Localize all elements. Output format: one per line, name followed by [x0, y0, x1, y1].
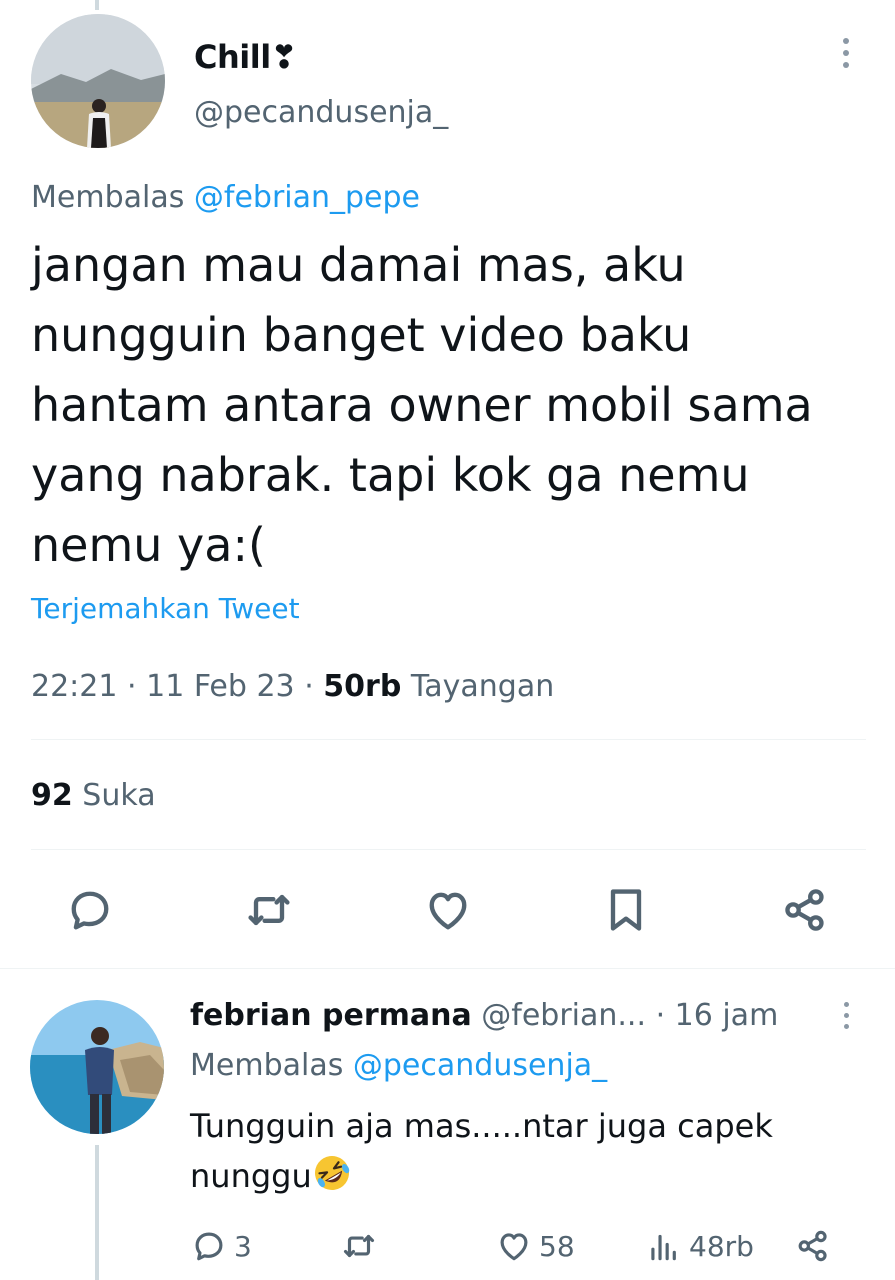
reply-author-name[interactable]: febrian permana: [190, 998, 472, 1033]
meta-separator: ·: [304, 669, 314, 704]
reply-icon[interactable]: [64, 884, 116, 936]
meta-separator: ·: [127, 669, 137, 704]
reply-like-button[interactable]: 58: [495, 1224, 575, 1268]
bookmark-icon[interactable]: [600, 884, 652, 936]
like-count: 58: [539, 1229, 575, 1263]
reply-time[interactable]: · 16 jam: [656, 998, 779, 1033]
thread-line-top: [95, 0, 99, 10]
tweet-meta: 22:21 · 11 Feb 23 · 50rb Tayangan: [31, 669, 554, 704]
tweet-time: 22:21: [31, 669, 118, 704]
replying-to-mention[interactable]: @febrian_pepe: [194, 180, 420, 215]
tweet-text: jangan mau damai mas, aku nungguin bange…: [31, 238, 813, 572]
divider: [31, 739, 866, 740]
replying-to-label: Membalas: [190, 1048, 344, 1083]
replying-to-label: Membalas: [31, 180, 185, 215]
reply-replying-to: Membalas @pecandusenja_: [190, 1048, 607, 1083]
like-icon[interactable]: [422, 884, 474, 936]
tweet-date: 11 Feb 23: [146, 669, 295, 704]
reply-reply-button[interactable]: 3: [190, 1224, 252, 1268]
share-icon: [798, 1230, 827, 1262]
reply-author-handle[interactable]: @febrian...: [481, 998, 646, 1033]
views-icon: [651, 1234, 676, 1261]
divider: [0, 968, 895, 969]
reply-views-button[interactable]: 48rb: [645, 1224, 754, 1268]
retweet-icon[interactable]: [243, 884, 295, 936]
author-handle[interactable]: @pecandusenja_: [194, 95, 448, 130]
reply-more-options-icon[interactable]: [838, 1002, 854, 1032]
reply-action-bar: 3 58 48rb: [190, 1224, 880, 1268]
like-icon: [500, 1233, 528, 1261]
likes-label: Suka: [82, 778, 156, 813]
share-icon[interactable]: [779, 884, 831, 936]
divider: [31, 849, 866, 850]
reply-header: febrian permana @febrian... · 16 jam: [190, 998, 778, 1033]
reply-icon: [195, 1232, 223, 1261]
likes-count: 92: [31, 778, 73, 813]
author-display-name[interactable]: Chill❣: [194, 38, 297, 76]
reply-share-button[interactable]: [794, 1224, 832, 1268]
reply-author-avatar[interactable]: [30, 1000, 164, 1134]
reply-text: Tungguin aja mas.....ntar juga capek nun…: [190, 1101, 840, 1201]
replying-to-mention[interactable]: @pecandusenja_: [353, 1048, 607, 1083]
more-options-icon[interactable]: [836, 38, 856, 72]
likes-summary[interactable]: 92 Suka: [31, 778, 156, 813]
reply-retweet-button[interactable]: [340, 1224, 378, 1268]
translate-tweet-link[interactable]: Terjemahkan Tweet: [31, 592, 300, 625]
reply-text-content: Tungguin aja mas.....ntar juga capek nun…: [190, 1107, 773, 1195]
views-count: 50rb: [323, 669, 402, 704]
tweet-action-bar: [0, 884, 895, 940]
reply-count: 3: [234, 1229, 252, 1263]
rolling-on-floor-laughing-emoji-icon: [312, 1153, 352, 1193]
views-count: 48rb: [689, 1229, 754, 1263]
views-label: Tayangan: [410, 669, 555, 704]
replying-to: Membalas @febrian_pepe: [31, 180, 420, 215]
author-avatar[interactable]: [31, 14, 165, 148]
thread-line: [95, 1145, 99, 1280]
retweet-icon: [343, 1234, 375, 1258]
